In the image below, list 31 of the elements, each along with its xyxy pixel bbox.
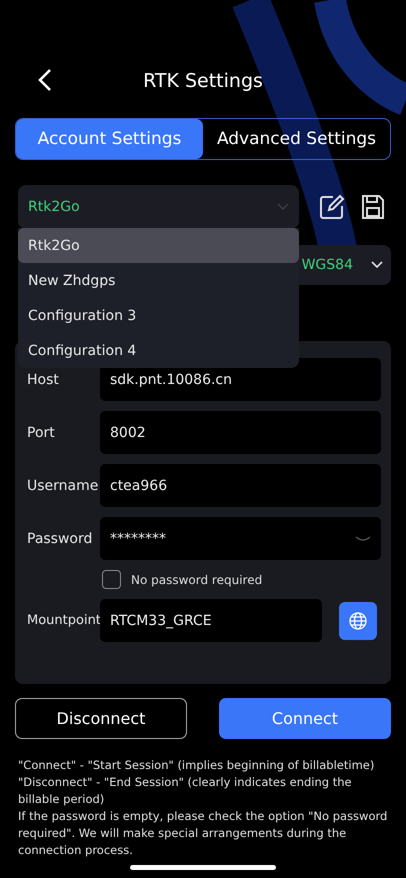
field-label: Port xyxy=(27,424,56,440)
chevron-icon xyxy=(371,261,383,269)
menu-item[interactable]: Rtk2Go xyxy=(18,228,299,263)
checkbox-label: No password required xyxy=(131,572,262,586)
field-label: Mountpoint xyxy=(27,613,100,628)
tab[interactable]: Account Settings xyxy=(16,119,203,159)
profile-select[interactable]: Rtk2Go xyxy=(18,185,299,229)
back-icon[interactable] xyxy=(38,68,52,92)
globe-button[interactable] xyxy=(339,602,377,640)
menu-item[interactable]: Configuration 3 xyxy=(18,298,299,333)
chevron-icon xyxy=(277,203,289,211)
edit-icon[interactable] xyxy=(319,194,345,220)
field-label: Username xyxy=(27,478,100,494)
field-label: Host xyxy=(27,372,60,388)
tab[interactable]: Advanced Settings xyxy=(203,119,390,159)
input-field[interactable]: ctea966 xyxy=(100,464,381,507)
input-field[interactable]: 8002 xyxy=(100,411,381,454)
disconnect-button[interactable]: Disconnect xyxy=(15,698,187,739)
connect-button[interactable]: Connect xyxy=(219,698,391,739)
menu-item[interactable]: New Zhdgps xyxy=(18,263,299,298)
eye-closed-icon[interactable] xyxy=(355,536,371,542)
field-label: Password xyxy=(27,530,94,546)
globe-icon xyxy=(349,612,367,630)
info-text: If the password is empty, please check the option "No password required". We will make special arrangements during the connection process. xyxy=(18,808,388,859)
info-text: "Disconnect" - "End Session" (clearly indicates ending the billable period) xyxy=(18,774,353,808)
input-field[interactable]: RTCM33_GRCE xyxy=(100,599,322,642)
info-text: "Connect" - "Start Session" (implies beginning of billabletime) xyxy=(18,757,376,774)
checkbox[interactable] xyxy=(102,570,121,589)
save-icon[interactable] xyxy=(361,194,385,220)
page-title: RTK Settings xyxy=(143,70,263,92)
input-field[interactable]: ******** xyxy=(100,517,381,560)
